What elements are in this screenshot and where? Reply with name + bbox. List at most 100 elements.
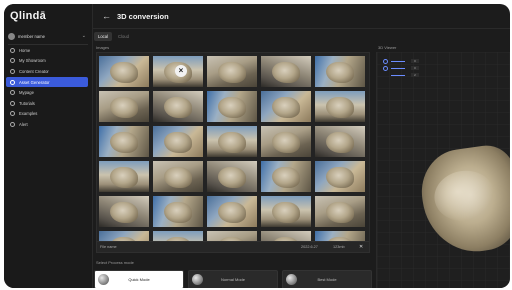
control-row-x[interactable]: 0 [383,58,419,64]
sidebar: Qlindā member name ⌄ Home My Showroom Co… [4,4,93,288]
mode-label: Quick Mode [128,277,150,282]
image-grid [99,56,365,241]
control-value[interactable]: 0 [411,66,419,70]
viewer-label: 3D Viewer [378,45,397,50]
control-row-y[interactable]: 0 [383,65,419,71]
image-thumbnail[interactable] [207,91,257,122]
image-grid-panel[interactable] [96,52,370,242]
slider[interactable] [391,67,405,69]
sidebar-item-content-creator[interactable]: Content Creator [6,66,88,77]
image-thumbnail[interactable] [99,161,149,192]
rock-photo [110,131,138,154]
rock-photo [326,166,354,189]
brand-logo[interactable]: Qlindā [10,10,46,22]
tab-local[interactable]: Local [94,32,113,41]
image-thumbnail[interactable] [315,126,365,157]
viewer-controls: 0 0 2 [383,58,419,79]
image-thumbnail[interactable] [99,91,149,122]
tutorial-icon [10,100,15,106]
close-icon[interactable]: × [175,65,187,77]
rock-photo [326,96,354,119]
image-thumbnail[interactable] [261,161,311,192]
quick-mode-button[interactable]: Quick Mode [94,270,184,288]
rock-photo [110,201,138,224]
file-name: File name [100,245,117,249]
showroom-icon [10,58,15,64]
image-thumbnail[interactable] [207,56,257,87]
remove-file-icon[interactable]: ✕ [359,244,363,250]
rock-photo [326,131,354,154]
source-tabs: Local Cloud [94,32,133,41]
tab-cloud[interactable]: Cloud [114,32,133,41]
sidebar-item-tutorials[interactable]: Tutorials [6,98,88,109]
sidebar-item-label: Asset Generator [19,79,50,85]
control-row-z[interactable]: 2 [383,72,419,78]
axis-icon [383,58,388,64]
page-title: 3D conversion [117,11,169,21]
app-window: Qlindā member name ⌄ Home My Showroom Co… [4,4,510,288]
home-icon [10,47,15,53]
mode-label: Normal Mode [220,277,245,282]
control-value[interactable]: 2 [411,73,419,77]
image-thumbnail[interactable] [315,91,365,122]
sidebar-item-examples[interactable]: Examples [6,109,88,120]
examples-icon [10,111,15,117]
image-thumbnail[interactable] [153,126,203,157]
user-menu[interactable]: member name ⌄ [8,30,86,42]
sidebar-item-mypage[interactable]: Mypage [6,87,88,98]
image-thumbnail[interactable] [153,91,203,122]
image-thumbnail[interactable] [261,91,311,122]
sidebar-item-home[interactable]: Home [6,45,88,56]
sidebar-item-asset-generator[interactable]: Asset Generator [6,76,88,88]
rock-photo [218,166,246,189]
process-mode-group: Quick Mode Normal Mode Best Mode [94,270,372,288]
image-thumbnail[interactable] [315,56,365,87]
image-thumbnail[interactable] [99,56,149,87]
rock-photo [272,201,300,224]
sidebar-item-label: My Showroom [19,58,46,64]
sidebar-item-label: Tutorials [19,100,35,106]
content-icon [10,68,15,74]
axis-icon [383,73,388,78]
file-date: 2022.6.27 [301,245,318,249]
sidebar-item-alert[interactable]: Alert [6,119,88,130]
rock-photo [326,201,354,224]
rock-photo [110,61,138,84]
rock-photo [164,96,192,119]
image-thumbnail[interactable] [261,126,311,157]
sidebar-item-my-showroom[interactable]: My Showroom [6,56,88,67]
rock-photo [218,201,246,224]
mode-label: Best Mode [317,277,337,282]
control-value[interactable]: 0 [411,59,419,63]
image-thumbnail[interactable] [315,196,365,227]
sidebar-item-label: Home [19,47,31,53]
avatar [8,32,15,40]
slider[interactable] [391,74,405,76]
image-thumbnail[interactable] [99,196,149,227]
rock-photo [110,166,138,189]
rock-photo [326,61,354,84]
rock-photo [272,166,300,189]
image-thumbnail[interactable] [153,161,203,192]
3d-viewer[interactable]: 0 0 2 [376,52,510,288]
normal-mode-button[interactable]: Normal Mode [188,270,278,288]
chevron-down-icon: ⌄ [81,33,86,39]
page-header: ← 3D conversion [92,4,510,29]
image-thumbnail[interactable] [207,196,257,227]
image-thumbnail[interactable] [99,126,149,157]
image-thumbnail[interactable] [261,56,311,87]
slider[interactable] [391,60,405,62]
axis-icon [383,65,388,71]
image-thumbnail[interactable] [207,161,257,192]
process-mode-label: Select Process mode [96,260,134,265]
back-arrow-icon[interactable]: ← [102,11,111,21]
best-mode-button[interactable]: Best Mode [282,270,372,288]
file-size: 123mb [333,245,345,249]
image-thumbnail[interactable] [207,126,257,157]
image-thumbnail[interactable] [261,196,311,227]
image-thumbnail[interactable] [315,161,365,192]
sidebar-item-label: Content Creator [19,68,49,74]
image-thumbnail[interactable] [153,196,203,227]
file-info-row: File name 2022.6.27 123mb ✕ [96,241,370,253]
sidebar-item-label: Examples [19,111,38,117]
